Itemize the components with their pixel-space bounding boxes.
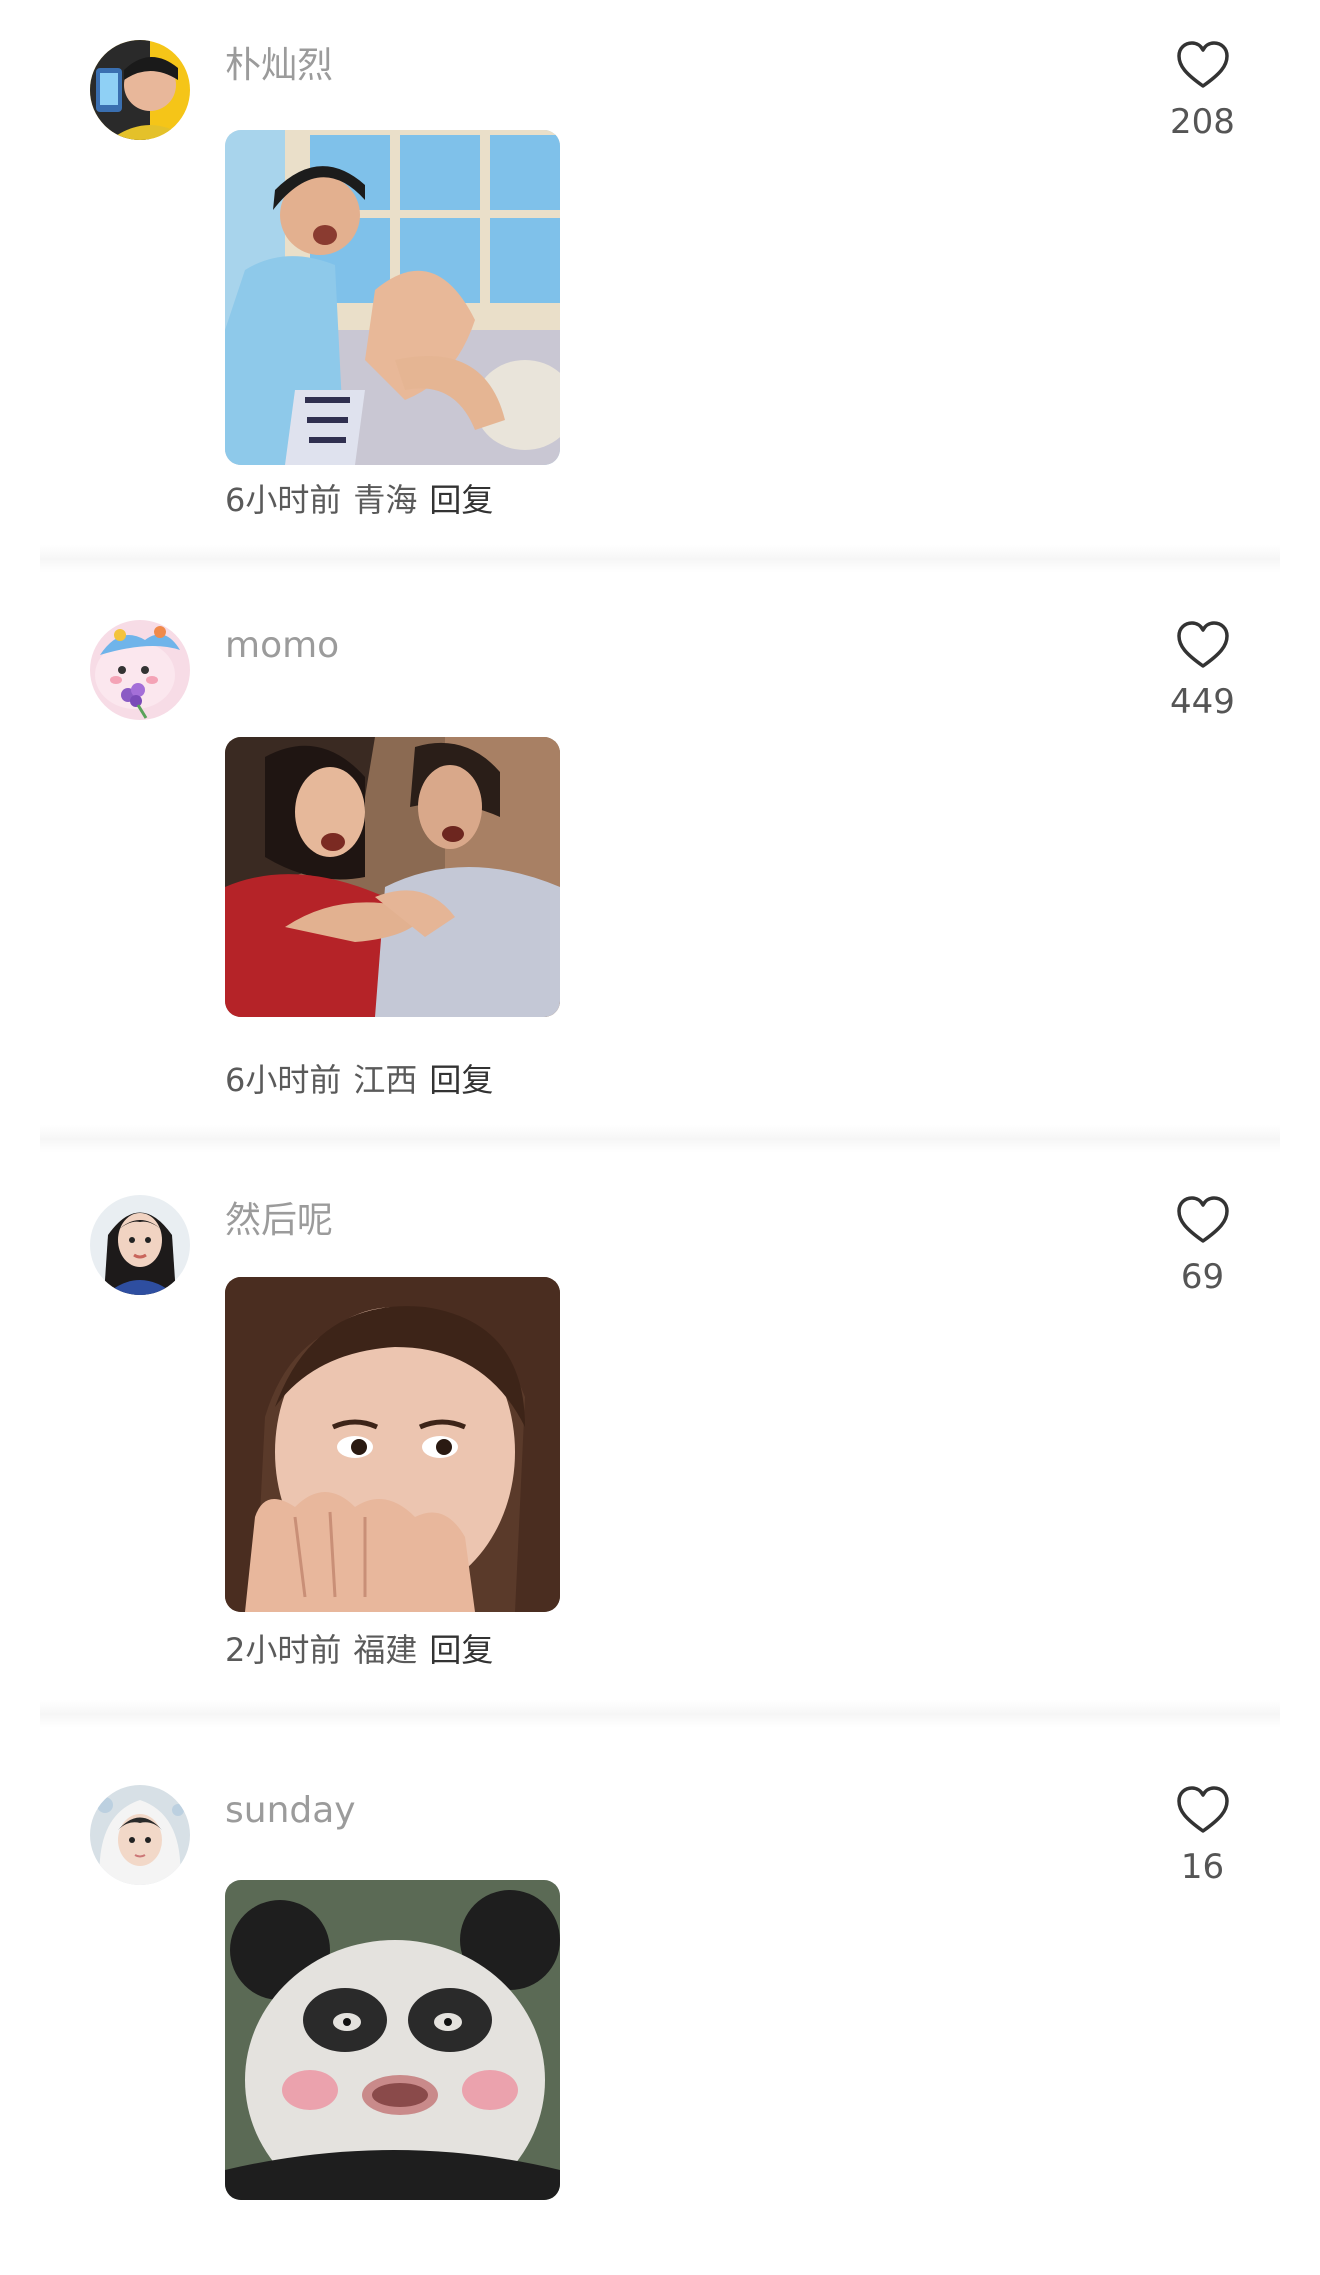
- crying-boy-meme-image: [225, 130, 560, 465]
- heart-icon[interactable]: [1176, 40, 1230, 90]
- two-women-screaming-meme-image: [225, 737, 560, 1017]
- comment-meta: 2小时前 福建 回复: [225, 1630, 505, 1670]
- comment-location: 青海: [353, 481, 418, 519]
- divider: [40, 545, 1280, 573]
- like-count: 69: [1180, 1257, 1225, 1297]
- username[interactable]: momo: [225, 624, 339, 668]
- avatar[interactable]: [90, 1785, 190, 1885]
- like-control[interactable]: 69: [1160, 1195, 1245, 1297]
- avatar[interactable]: [90, 1195, 190, 1295]
- username[interactable]: 朴灿烈: [225, 44, 333, 88]
- reply-button[interactable]: 回复: [429, 1061, 493, 1099]
- reply-button[interactable]: 回复: [429, 1631, 493, 1669]
- like-count: 208: [1170, 102, 1235, 142]
- comment-meta: 6小时前 青海 回复: [225, 480, 505, 520]
- avatar[interactable]: [90, 40, 190, 140]
- comment-meta: 6小时前 江西 回复: [225, 1060, 505, 1100]
- heart-icon[interactable]: [1176, 620, 1230, 670]
- comment-location: 江西: [353, 1061, 418, 1099]
- comment-time: 2小时前: [225, 1631, 342, 1669]
- comment-image[interactable]: [225, 1277, 560, 1612]
- heart-icon[interactable]: [1176, 1195, 1230, 1245]
- username[interactable]: sunday: [225, 1789, 356, 1833]
- divider: [40, 1700, 1280, 1728]
- comment-image[interactable]: [225, 130, 560, 465]
- comment-time: 6小时前: [225, 1061, 342, 1099]
- blushing-panda-meme-image: [225, 1880, 560, 2200]
- boy-in-hood-avatar-icon: [90, 1785, 190, 1885]
- cartoon-bunny-flowers-avatar-icon: [90, 620, 190, 720]
- comment-image[interactable]: [225, 737, 560, 1017]
- divider: [40, 1125, 1280, 1153]
- comment-time: 6小时前: [225, 481, 342, 519]
- woman-covering-mouth-meme-image: [225, 1277, 560, 1612]
- comment-image[interactable]: [225, 1880, 560, 2200]
- like-control[interactable]: 16: [1160, 1785, 1245, 1887]
- avatar[interactable]: [90, 620, 190, 720]
- comment-location: 福建: [353, 1631, 418, 1669]
- reply-button[interactable]: 回复: [429, 481, 493, 519]
- girl-portrait-avatar-icon: [90, 1195, 190, 1295]
- username[interactable]: 然后呢: [225, 1199, 333, 1243]
- heart-icon[interactable]: [1176, 1785, 1230, 1835]
- like-count: 449: [1170, 682, 1235, 722]
- like-control[interactable]: 449: [1160, 620, 1245, 722]
- like-control[interactable]: 208: [1160, 40, 1245, 142]
- like-count: 16: [1180, 1847, 1225, 1887]
- girl-holding-phone-avatar-icon: [90, 40, 190, 140]
